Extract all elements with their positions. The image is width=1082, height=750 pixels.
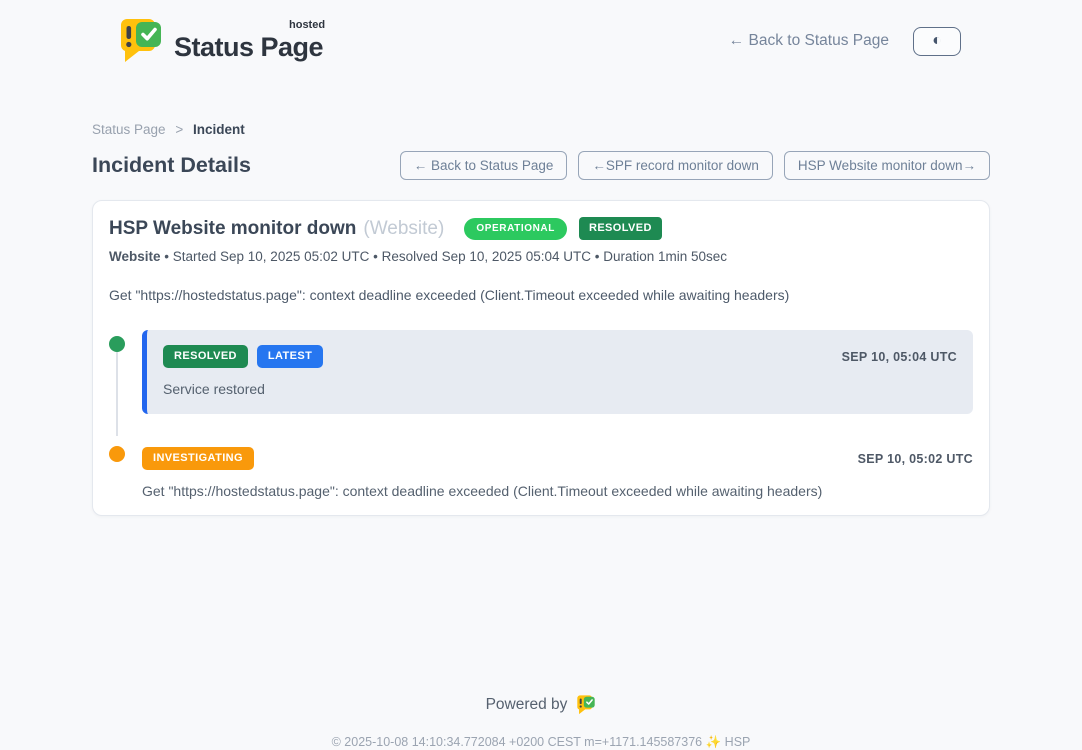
incident-timeline: RESOLVED LATEST SEP 10, 05:04 UTC Servic… (109, 330, 973, 499)
incident-nav-buttons: ← Back to Status Page ←SPF record monito… (400, 151, 990, 180)
timeline-message: Get "https://hostedstatus.page": context… (142, 483, 973, 499)
timeline-timestamp: SEP 10, 05:02 UTC (858, 452, 973, 466)
statuspage-logo-icon (118, 16, 164, 66)
half-circle-theme-icon: ◐ (932, 33, 942, 49)
timeline-entry-resolved: RESOLVED LATEST SEP 10, 05:04 UTC Servic… (109, 330, 973, 414)
incident-description: Get "https://hostedstatus.page": context… (109, 287, 973, 303)
logo-text: hosted Status Page (174, 20, 323, 63)
resolved-badge: RESOLVED (163, 345, 248, 368)
copyright-line: © 2025-10-08 14:10:34.772084 +0200 CEST … (92, 735, 990, 750)
investigating-badge: INVESTIGATING (142, 447, 254, 470)
breadcrumb-status-page[interactable]: Status Page (92, 122, 166, 137)
sparkles-icon: ✨ (706, 735, 722, 749)
back-to-status-page-button[interactable]: ← Back to Status Page (400, 151, 568, 180)
timeline-entry-header: RESOLVED LATEST SEP 10, 05:04 UTC (163, 345, 957, 368)
timeline-latest-card: RESOLVED LATEST SEP 10, 05:04 UTC Servic… (142, 330, 973, 414)
next-incident-button[interactable]: HSP Website monitor down→ (784, 151, 990, 180)
timeline-message: Service restored (163, 381, 957, 397)
meta-timings: • Started Sep 10, 2025 05:02 UTC • Resol… (161, 249, 728, 264)
copyright-text: © 2025-10-08 14:10:34.772084 +0200 CEST … (332, 735, 703, 749)
breadcrumb: Status Page > Incident (92, 122, 990, 137)
latest-badge: LATEST (257, 345, 323, 368)
statuspage-logo[interactable]: hosted Status Page (118, 16, 323, 66)
incident-card: HSP Website monitor down (Website) OPERA… (92, 200, 990, 516)
logo-superscript: hosted (289, 19, 325, 31)
resolved-state-badge: RESOLVED (579, 217, 662, 240)
operational-status-badge: OPERATIONAL (464, 218, 567, 240)
theme-toggle-button[interactable]: ◐ (913, 27, 961, 56)
statuspage-logo-icon-small (576, 694, 596, 716)
incident-title-row: HSP Website monitor down (Website) OPERA… (109, 217, 973, 240)
incident-meta: Website • Started Sep 10, 2025 05:02 UTC… (109, 249, 973, 264)
top-bar: hosted Status Page ← Back to Status Page… (0, 0, 1082, 70)
back-to-status-page-link[interactable]: ← Back to Status Page (729, 32, 889, 50)
breadcrumb-separator: > (175, 122, 183, 137)
powered-by-label: Powered by (486, 696, 568, 714)
brand-name: Status Page (174, 32, 323, 62)
prev-incident-button[interactable]: ←SPF record monitor down (578, 151, 773, 180)
powered-by[interactable]: Powered by (486, 694, 597, 716)
timeline-timestamp: SEP 10, 05:04 UTC (842, 350, 957, 364)
breadcrumb-incident: Incident (193, 122, 245, 137)
timeline-entry-investigating: INVESTIGATING SEP 10, 05:02 UTC Get "htt… (109, 444, 973, 499)
footer: Powered by © 2025-10-08 14:10:34.772084 … (92, 694, 990, 750)
heading-row: Incident Details ← Back to Status Page ←… (92, 151, 990, 180)
copyright-brand: HSP (725, 735, 751, 749)
timeline-dot-orange (109, 446, 125, 462)
meta-component-name: Website (109, 249, 161, 264)
incident-title: HSP Website monitor down (109, 218, 356, 240)
timeline-dot-green (109, 336, 125, 352)
page-title: Incident Details (92, 153, 251, 178)
incident-component: (Website) (363, 218, 444, 240)
timeline-entry-header: INVESTIGATING SEP 10, 05:02 UTC (142, 447, 973, 470)
top-right-controls: ← Back to Status Page ◐ (729, 27, 961, 56)
